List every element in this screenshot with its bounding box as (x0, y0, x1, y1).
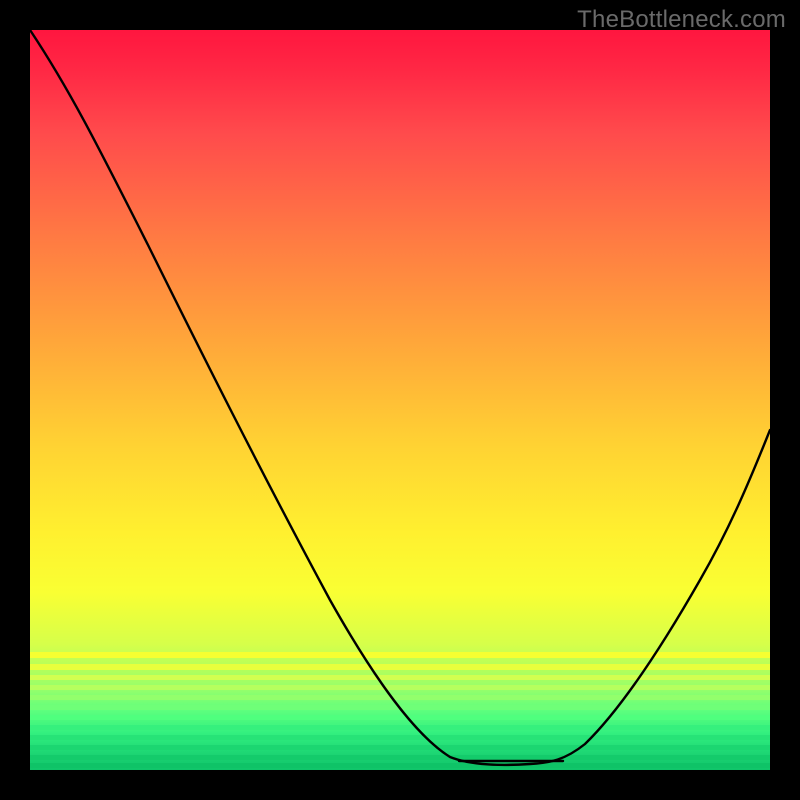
bottleneck-curve (30, 30, 770, 765)
watermark-text: TheBottleneck.com (577, 6, 786, 34)
chart-frame: TheBottleneck.com (0, 0, 800, 800)
curve-svg (30, 30, 770, 770)
plot-area (30, 30, 770, 770)
